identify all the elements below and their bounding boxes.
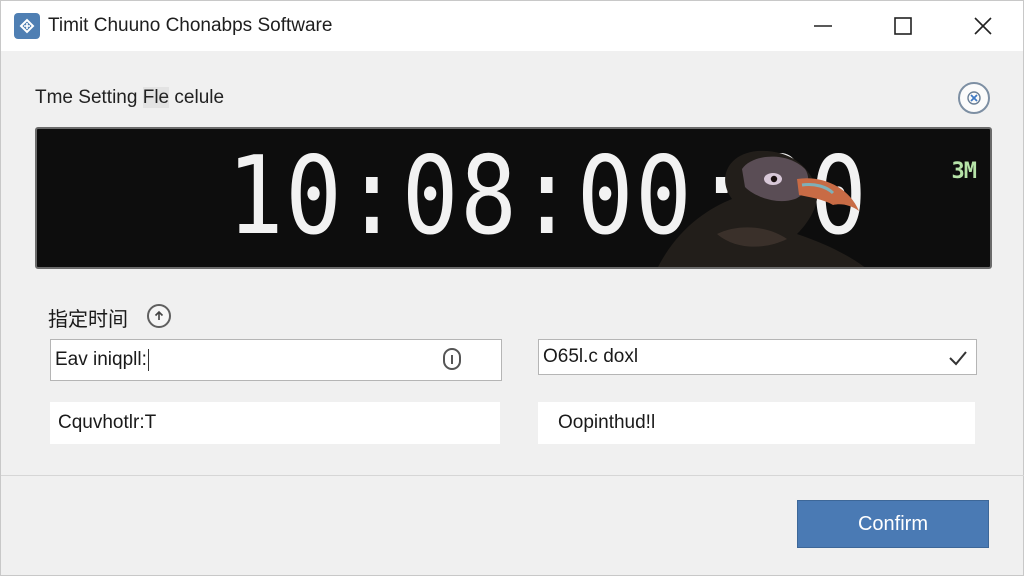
maximize-button[interactable] [863,1,943,51]
clock-badge: 3M [951,159,977,184]
help-icon [967,91,981,105]
arrow-up-button[interactable] [147,304,171,328]
secondary-input-value: Cquvhotlr:T [58,412,157,433]
confirm-button[interactable]: Confirm [797,500,989,548]
text-caret [147,349,149,371]
field-label: 指定时间 [48,307,128,331]
app-window: Timit Chuuno Chonabps Software Tme Setti… [0,0,1024,576]
info-icon[interactable] [443,348,461,370]
vulture-image [658,150,865,267]
section-title: Tme Setting Fle celule [35,87,224,109]
title-bar: Timit Chuuno Chonabps Software [1,1,1023,51]
app-logo-icon [14,13,40,39]
window-title: Timit Chuuno Chonabps Software [48,15,333,36]
section-title-suffix: celule [169,87,225,108]
minimize-button[interactable] [783,1,863,51]
secondary-select-field[interactable]: Oopinthud!l [538,402,975,444]
time-select-value: O65l.c doxl [543,346,639,367]
help-button[interactable] [958,82,990,114]
minimize-icon [814,25,832,27]
maximize-icon [894,17,912,35]
secondary-input-field[interactable]: Cquvhotlr:T [50,402,500,444]
footer-divider [1,475,1024,476]
time-input-field[interactable]: Eav iniqpll: [50,339,502,381]
close-button[interactable] [943,1,1023,51]
clock-display: 10:08:00:00 3M [35,127,992,269]
section-title-highlight: Fle [142,87,170,108]
arrow-up-icon [154,310,164,320]
window-controls [783,1,1023,51]
time-select-field[interactable]: O65l.c doxl [538,339,977,375]
close-icon [974,17,992,35]
time-input-value: Eav iniqpll: [55,349,147,370]
secondary-select-value: Oopinthud!l [558,412,656,433]
check-icon[interactable] [948,349,968,367]
section-title-prefix: Tme Setting [35,87,143,108]
